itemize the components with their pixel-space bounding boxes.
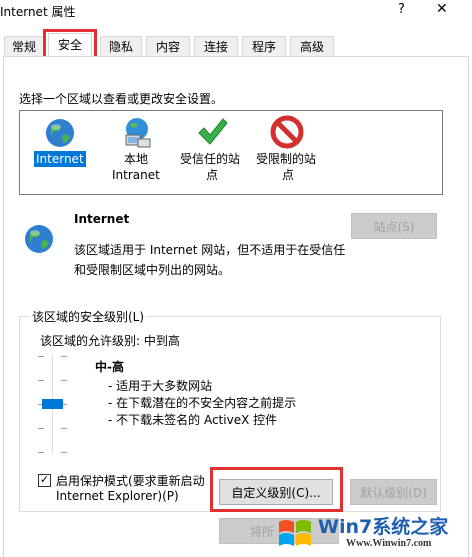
tab-advanced[interactable]: 高级 [290,36,334,57]
tab-privacy[interactable]: 隐私 [100,36,142,57]
slider-tick [61,452,67,453]
slider-tick [38,356,44,357]
zone-description-line-1: 该区域适用于 Internet 网站，但不适用于在受信任 [74,243,346,257]
allowed-level-text: 该区域的允许级别: 中到高 [40,334,180,348]
slider-tick [61,356,67,357]
slider-tick [38,380,44,381]
zone-intranet-label-2: Intranet [112,168,160,182]
tab-content[interactable]: 内容 [146,36,190,57]
tab-general[interactable]: 常规 [4,36,44,57]
windows-logo-icon [279,520,311,546]
zone-title: Internet [74,212,130,226]
title-bar: Internet 属性 ? ✕ [0,0,472,28]
close-button[interactable]: ✕ [436,1,448,17]
help-button[interactable]: ? [398,2,405,17]
security-level-legend: 该区域的安全级别(L) [30,308,147,325]
watermark-url: Www.Winwin7.com [346,538,432,549]
tab-connections[interactable]: 连接 [194,36,238,57]
zone-trusted-label-1: 受信任的站 [180,152,241,166]
zone-restricted-label-2: 点 [282,168,295,182]
tab-programs[interactable]: 程序 [242,36,286,57]
highlight-box-custom-level [210,467,343,512]
globe-icon [25,225,53,253]
level-bullet-1: - 适用于大多数网站 [108,379,213,393]
security-level-slider-thumb[interactable] [42,399,63,409]
watermark: Win7系统之家 Www.Winwin7.com [262,510,472,557]
intranet-icon [125,118,151,148]
slider-tick [38,428,44,429]
slider-tick [38,452,44,453]
no-entry-icon [270,115,304,149]
sites-button[interactable]: 站点(S) [351,213,437,239]
protected-mode-label-1: 启用保护模式(要求重新启动 [56,474,205,488]
zone-intranet-label-1: 本地 [124,152,149,166]
watermark-brand: Win7系统之家 [318,516,449,538]
default-level-button[interactable]: 默认级别(D) [350,479,437,505]
globe-icon [46,119,74,147]
zone-list: Internet 本地 Intranet 受信任的站 点 受限制的站 点 [19,110,443,195]
zone-restricted-label-1: 受限制的站 [256,152,317,166]
window-title: Internet 属性 [0,5,76,19]
level-bullet-3: - 不下载未签名的 ActiveX 控件 [108,413,278,427]
security-level-name: 中-高 [95,360,124,374]
checkmark-icon [198,118,228,145]
zone-trusted-label-2: 点 [206,168,219,182]
zone-internet-label: Internet [34,151,86,167]
protected-mode-label-2: Internet Explorer)(P) [56,489,179,503]
zone-description-line-2: 和受限制区域中列出的网站。 [74,263,231,277]
protected-mode-checkbox[interactable]: ✓ [38,474,51,487]
zone-instruction: 选择一个区域以查看或更改安全设置。 [19,92,224,106]
slider-tick [61,428,67,429]
level-bullet-2: - 在下载潜在的不安全内容之前提示 [108,396,297,410]
slider-tick [61,380,67,381]
